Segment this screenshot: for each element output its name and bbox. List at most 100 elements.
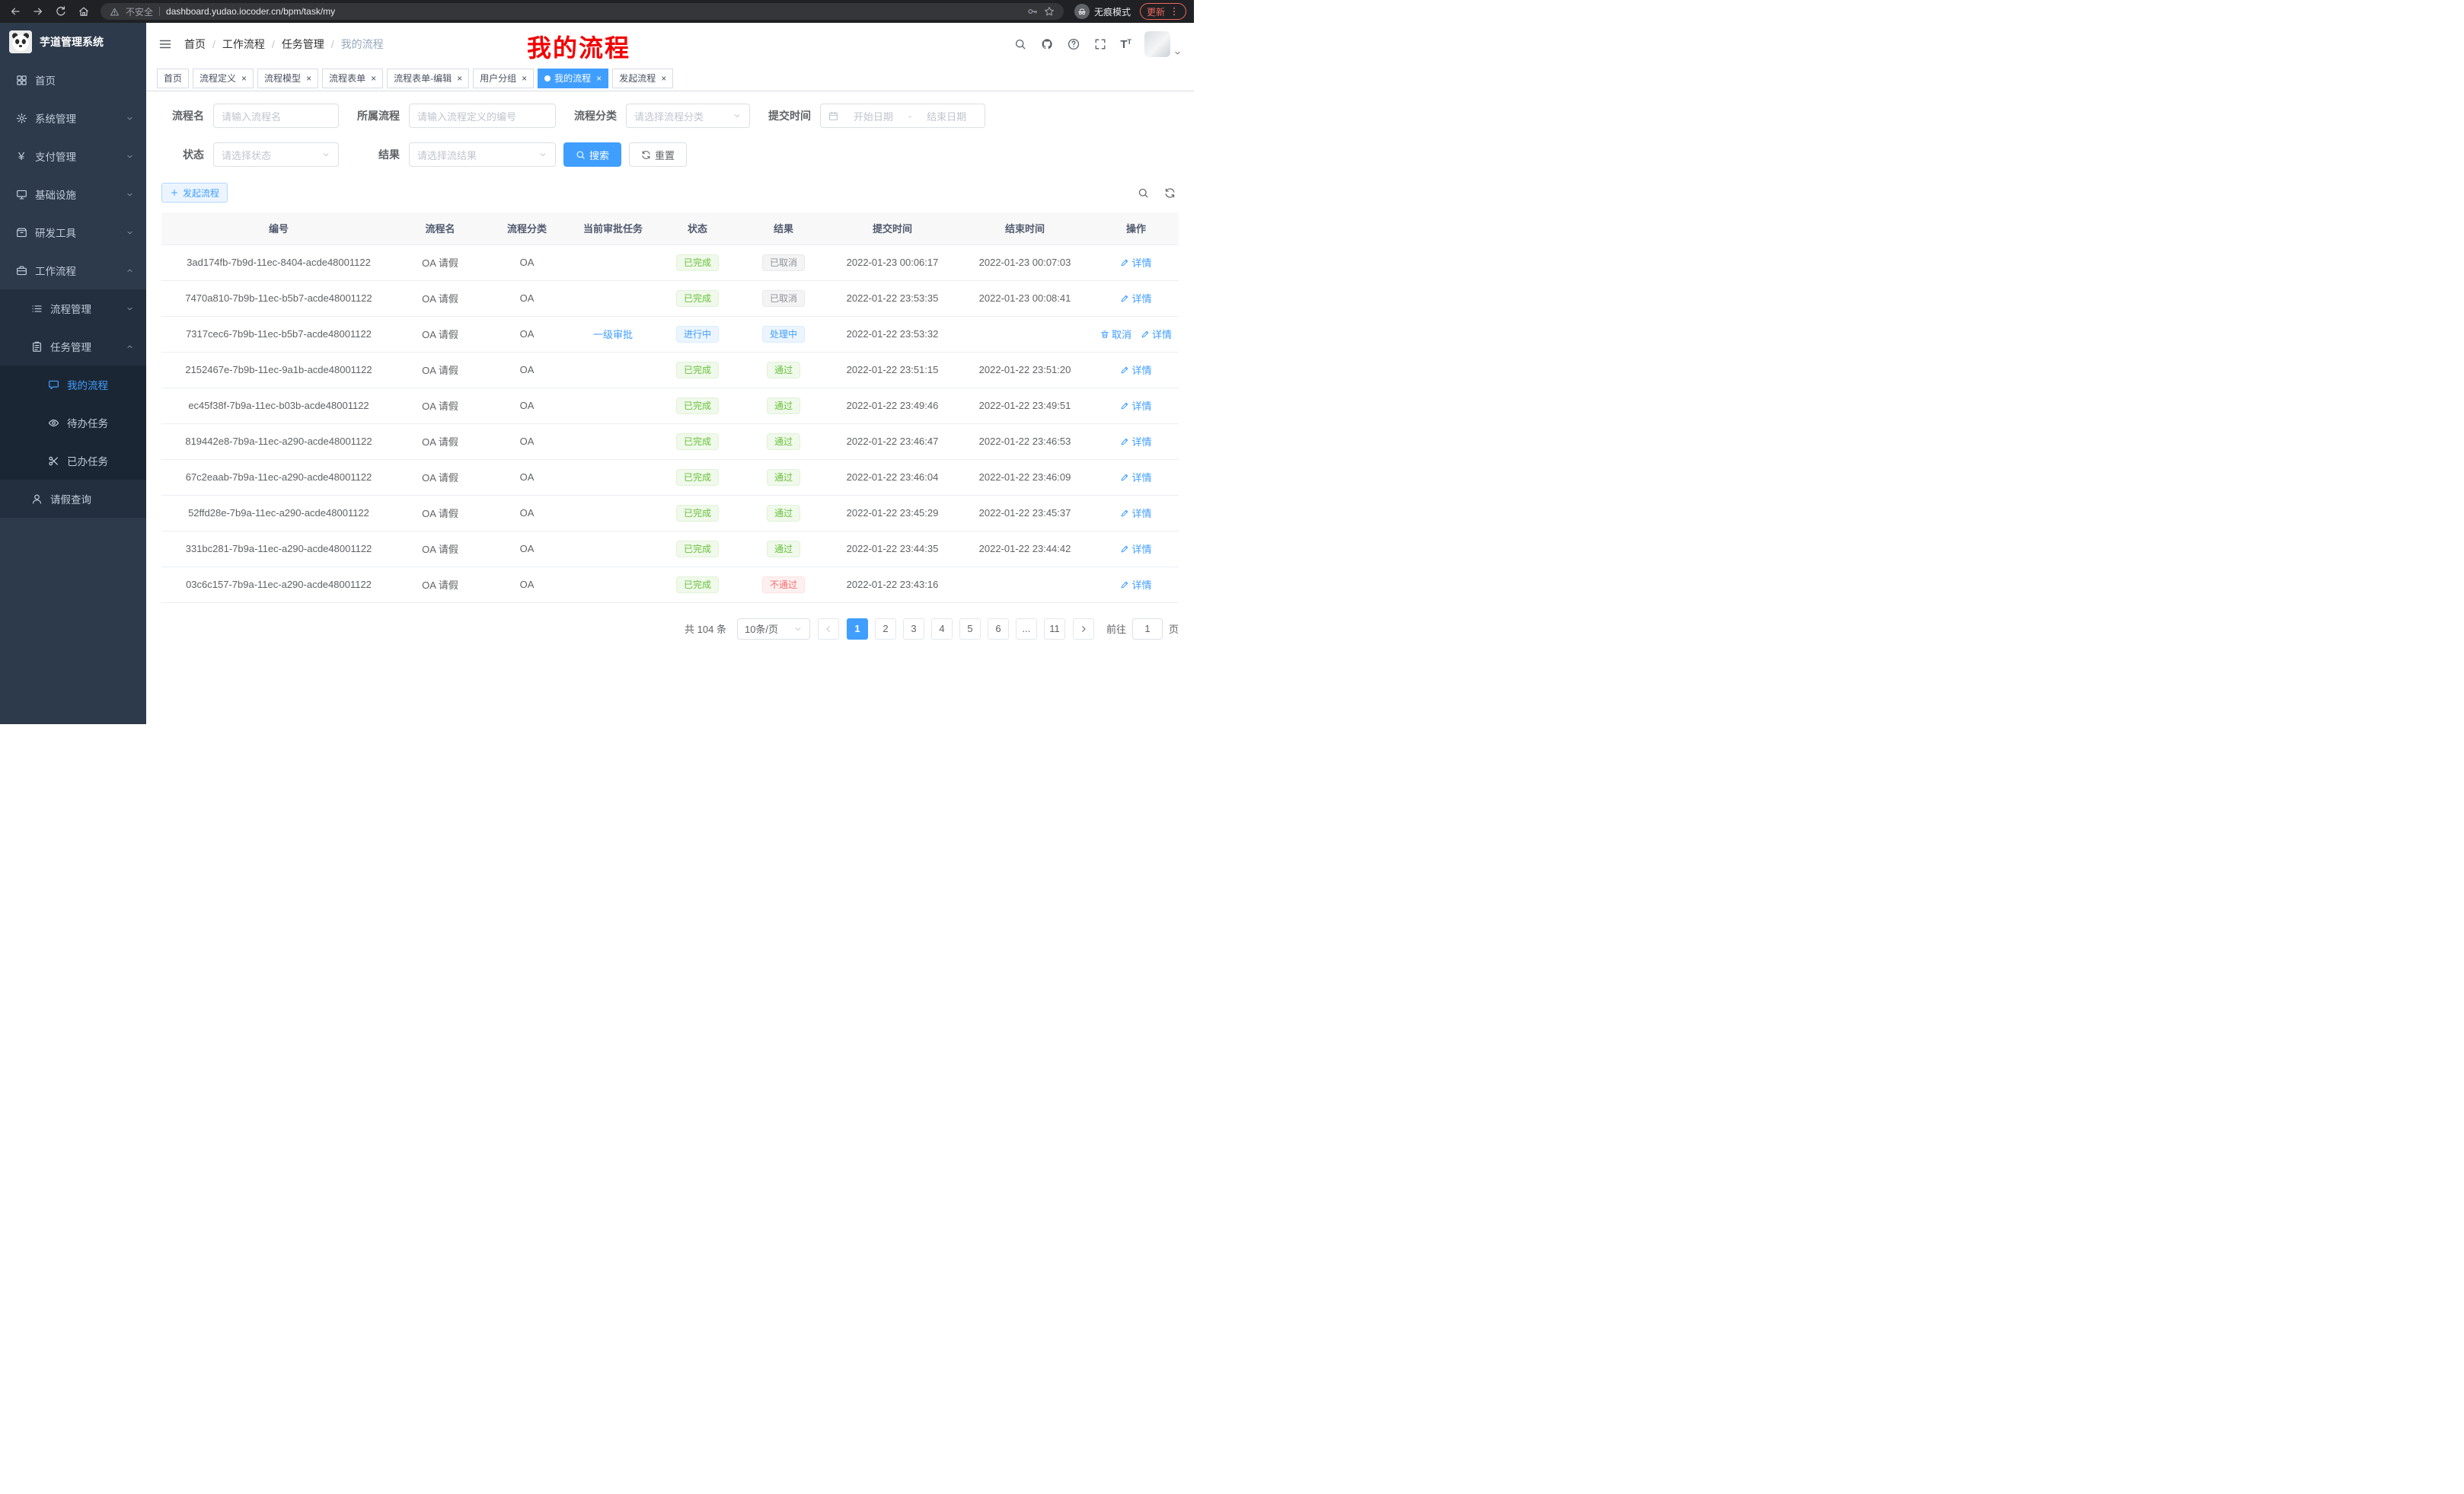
- detail-link[interactable]: 详情: [1120, 255, 1151, 270]
- tab-process-model[interactable]: 流程模型×: [257, 69, 318, 88]
- close-tab-icon[interactable]: ×: [661, 74, 666, 83]
- process-name: OA 请假: [422, 365, 458, 376]
- filter-select-result[interactable]: 请选择流结果: [409, 142, 556, 167]
- user-avatar[interactable]: [1144, 31, 1182, 57]
- filter-input-process-definition[interactable]: 请输入流程定义的编号: [409, 104, 556, 128]
- filter-daterange-submit-time[interactable]: 开始日期-结束日期: [820, 104, 985, 128]
- close-tab-icon[interactable]: ×: [371, 74, 376, 83]
- fullscreen-icon[interactable]: [1093, 37, 1107, 51]
- search-button[interactable]: 搜索: [563, 142, 621, 167]
- filter-select-process-category[interactable]: 请选择流程分类: [626, 104, 750, 128]
- detail-link[interactable]: 详情: [1120, 291, 1151, 305]
- tab-process-form[interactable]: 流程表单×: [322, 69, 383, 88]
- breadcrumb-item-0[interactable]: 首页: [184, 37, 206, 52]
- filter-select-status[interactable]: 请选择状态: [213, 142, 339, 167]
- search-button-icon: [576, 150, 586, 160]
- process-category: OA: [520, 471, 535, 483]
- cell-current-task: [570, 531, 656, 567]
- chevron-down-icon: [321, 150, 330, 159]
- page-button-3[interactable]: 3: [903, 618, 924, 640]
- detail-link[interactable]: 详情: [1120, 362, 1151, 377]
- sidebar-item-system[interactable]: 系统管理: [0, 99, 146, 137]
- page-button-1[interactable]: 1: [847, 618, 868, 640]
- github-icon[interactable]: [1040, 37, 1054, 51]
- end-time: 2022-01-23 00:08:41: [979, 292, 1071, 304]
- tab-my-process[interactable]: 我的流程×: [538, 69, 608, 88]
- sidebar-item-todo-tasks[interactable]: 待办任务: [0, 404, 146, 442]
- detail-link[interactable]: 详情: [1120, 434, 1151, 449]
- header-search-icon[interactable]: [1013, 37, 1027, 51]
- next-page-button[interactable]: [1073, 618, 1094, 640]
- toggle-search-icon[interactable]: [1138, 187, 1149, 199]
- reset-button[interactable]: 重置: [629, 142, 687, 167]
- tab-user-group[interactable]: 用户分组×: [473, 69, 534, 88]
- font-size-icon[interactable]: TT: [1120, 39, 1131, 50]
- tab-home[interactable]: 首页: [157, 69, 189, 88]
- close-tab-icon[interactable]: ×: [522, 74, 527, 83]
- detail-link[interactable]: 详情: [1120, 506, 1151, 520]
- refresh-table-icon[interactable]: [1164, 187, 1176, 199]
- app-logo[interactable]: 芋道管理系统: [0, 23, 146, 61]
- page-size-select[interactable]: 10条/页: [737, 618, 810, 640]
- breadcrumb-item-2[interactable]: 任务管理: [282, 37, 324, 52]
- browser-forward-icon[interactable]: [32, 5, 44, 18]
- breadcrumb-separator: /: [212, 38, 215, 50]
- update-button[interactable]: 更新: [1140, 3, 1186, 20]
- browser-menu-dots-icon[interactable]: [1169, 6, 1179, 17]
- detail-link[interactable]: 详情: [1120, 398, 1151, 413]
- result-tag: 通过: [767, 362, 800, 378]
- sidebar-item-workflow[interactable]: 工作流程: [0, 251, 146, 289]
- browser-home-icon[interactable]: [78, 5, 90, 18]
- cell-end-time: [956, 567, 1093, 602]
- detail-link[interactable]: 详情: [1120, 541, 1151, 556]
- cancel-link[interactable]: 取消: [1100, 327, 1131, 341]
- bookmark-star-icon[interactable]: [1044, 6, 1055, 17]
- submit-time: 2022-01-22 23:44:35: [847, 543, 939, 554]
- browser-reload-icon[interactable]: [55, 5, 67, 18]
- detail-link[interactable]: 详情: [1120, 470, 1151, 484]
- page-button-6[interactable]: 6: [988, 618, 1009, 640]
- menu-dashboard-icon: [15, 75, 27, 86]
- close-tab-icon[interactable]: ×: [241, 74, 247, 83]
- browser-back-icon[interactable]: [9, 5, 21, 18]
- detail-link[interactable]: 详情: [1120, 577, 1151, 592]
- close-tab-icon[interactable]: ×: [457, 74, 462, 83]
- sidebar-item-my-process[interactable]: 我的流程: [0, 366, 146, 404]
- menu-clipboard-icon: [30, 341, 43, 353]
- sidebar-item-infrastructure[interactable]: 基础设施: [0, 175, 146, 213]
- sidebar-item-payment[interactable]: ¥支付管理: [0, 137, 146, 175]
- sidebar-item-done-tasks[interactable]: 已办任务: [0, 442, 146, 480]
- current-task-link[interactable]: 一级审批: [593, 329, 633, 340]
- page-button-5[interactable]: 5: [959, 618, 981, 640]
- hamburger-icon[interactable]: [158, 37, 172, 51]
- create-process-button[interactable]: 发起流程: [161, 183, 228, 203]
- page-button-2[interactable]: 2: [875, 618, 896, 640]
- page-button-11[interactable]: 11: [1044, 618, 1065, 640]
- tab-label: 流程表单-编辑: [394, 72, 452, 85]
- tab-process-form-edit[interactable]: 流程表单-编辑 ×: [387, 69, 469, 88]
- filter-input-process-name[interactable]: 请输入流程名: [213, 104, 339, 128]
- cell-name: OA 请假: [396, 567, 484, 602]
- breadcrumb-item-1[interactable]: 工作流程: [222, 37, 265, 52]
- process-category: OA: [520, 507, 535, 519]
- sidebar-item-leave-query[interactable]: 请假查询: [0, 480, 146, 518]
- menu-list-icon: [30, 303, 43, 314]
- close-tab-icon[interactable]: ×: [306, 74, 311, 83]
- sidebar-item-devtools[interactable]: 研发工具: [0, 213, 146, 251]
- help-icon[interactable]: [1067, 37, 1080, 51]
- tab-process-definition[interactable]: 流程定义×: [193, 69, 254, 88]
- sidebar-item-process-management[interactable]: 流程管理: [0, 289, 146, 327]
- prev-page-button[interactable]: [818, 618, 839, 640]
- close-tab-icon[interactable]: ×: [596, 74, 602, 83]
- sidebar-item-task-management[interactable]: 任务管理: [0, 327, 146, 366]
- address-bar[interactable]: 不安全 dashboard.yudao.iocoder.cn/bpm/task/…: [101, 3, 1064, 20]
- detail-link[interactable]: 详情: [1141, 327, 1172, 341]
- password-key-icon[interactable]: [1027, 6, 1038, 17]
- page-ellipsis[interactable]: ...: [1016, 618, 1037, 640]
- sidebar-item-home[interactable]: 首页: [0, 61, 146, 99]
- status-tag: 已完成: [676, 541, 719, 557]
- cell-category: OA: [484, 423, 570, 459]
- goto-page-input[interactable]: 1: [1132, 618, 1163, 640]
- tab-start-process[interactable]: 发起流程×: [612, 69, 673, 88]
- page-button-4[interactable]: 4: [931, 618, 953, 640]
